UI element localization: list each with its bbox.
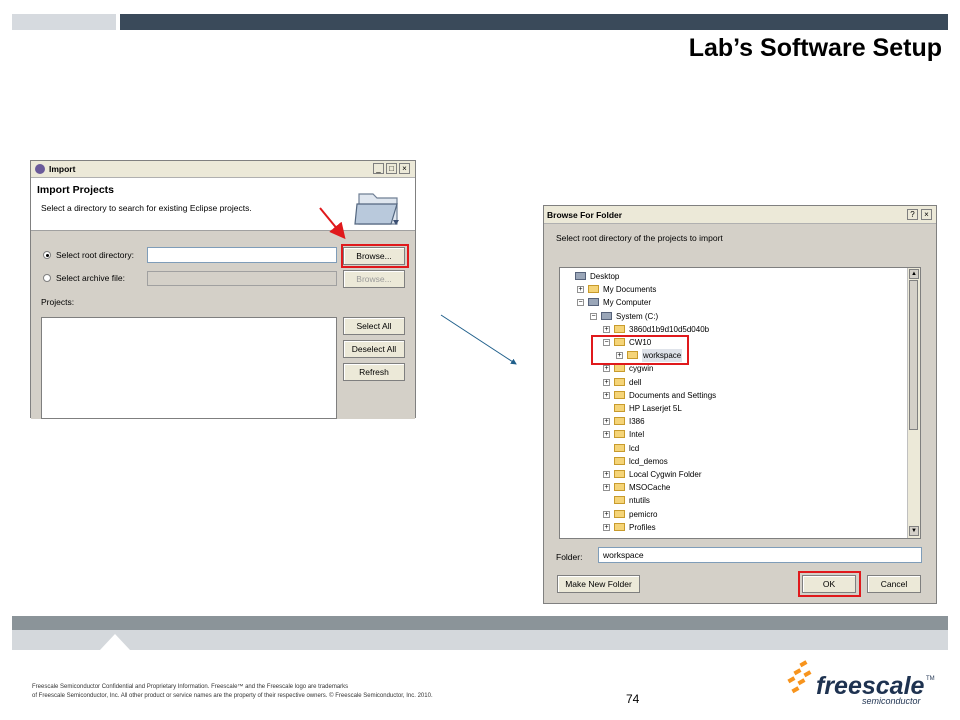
- help-button[interactable]: ?: [907, 209, 918, 220]
- footer-notch: [100, 634, 130, 650]
- folder-icon: [614, 456, 625, 465]
- tree-item-label: dell: [629, 377, 642, 387]
- collapse-icon[interactable]: −: [590, 312, 597, 320]
- logo-mark-icon: [787, 660, 812, 694]
- legal-line-2: of Freescale Semiconductor, Inc. All oth…: [32, 693, 433, 699]
- expand-icon[interactable]: +: [603, 510, 610, 518]
- folder-icon: [614, 443, 625, 452]
- expand-icon[interactable]: +: [603, 471, 610, 478]
- folder-icon: [614, 390, 625, 399]
- browse-folder-dialog: Browse For Folder ? × Select root direct…: [543, 205, 937, 604]
- drive-icon: [601, 311, 612, 320]
- folder-icon: [614, 417, 625, 426]
- expand-icon[interactable]: +: [603, 523, 610, 531]
- tree-item-label: pemicro: [629, 509, 658, 519]
- expand-icon[interactable]: +: [603, 391, 610, 399]
- folder-icon: [614, 496, 625, 505]
- logo-trademark: TM: [926, 676, 935, 682]
- tree-item-label: ntutils: [629, 496, 650, 506]
- tree-item-label: Profiles: [629, 522, 656, 532]
- folder-tree[interactable]: Desktop + My Documents − My Computer − System …: [559, 267, 921, 539]
- legal-line-1: Freescale Semiconductor Confidential and…: [32, 684, 349, 690]
- ok-highlight-box: [798, 571, 861, 597]
- scroll-down-icon[interactable]: ▼: [909, 526, 919, 536]
- tree-item-label: Local Cygwin Folder: [629, 470, 702, 479]
- expand-icon[interactable]: +: [603, 431, 610, 439]
- tree-item-label: MSOCache: [629, 483, 671, 493]
- cw10-highlight-box: [591, 335, 689, 365]
- folder-icon: [614, 430, 625, 439]
- tree-item-label: System (C:): [616, 311, 659, 321]
- expand-icon[interactable]: +: [603, 418, 610, 426]
- scroll-thumb[interactable]: [909, 280, 918, 430]
- folder-icon: [614, 522, 625, 531]
- footer-band: [12, 630, 948, 650]
- expand-icon[interactable]: +: [603, 365, 610, 373]
- red-arrow-to-browse: [319, 207, 346, 240]
- tree-item-label: lcd_demos: [629, 456, 668, 466]
- desktop-icon: [575, 272, 586, 280]
- freescale-logo: freescale TM semiconductor: [786, 660, 936, 708]
- close-button[interactable]: ×: [921, 209, 932, 220]
- legal-footer: Freescale Semiconductor Confidential and…: [32, 683, 433, 701]
- logo-subtitle: semiconductor: [862, 696, 921, 706]
- tree-item-label: 3860d1b9d10d5d040b: [629, 324, 710, 334]
- collapse-icon[interactable]: −: [577, 299, 584, 307]
- folder-icon: [614, 377, 625, 386]
- expand-icon[interactable]: +: [603, 484, 610, 492]
- browse-window-title: Browse For Folder: [547, 210, 623, 220]
- folder-icon: [614, 470, 625, 478]
- expand-icon[interactable]: +: [577, 286, 584, 294]
- folder-input[interactable]: workspace: [598, 547, 922, 563]
- folder-icon: [614, 324, 625, 333]
- tree-item-label: lcd: [629, 443, 640, 453]
- tree-item-label: HP Laserjet 5L: [629, 404, 682, 413]
- folder-icon: [614, 364, 625, 373]
- scroll-up-icon[interactable]: ▲: [909, 269, 919, 279]
- expand-icon[interactable]: +: [603, 325, 610, 333]
- tree-item-label: Documents and Settings: [629, 390, 717, 400]
- tree-item-label: I386: [629, 417, 645, 427]
- expand-icon[interactable]: +: [603, 378, 610, 386]
- folder-icon: [614, 483, 625, 492]
- tree-item-label: My Computer: [603, 298, 652, 308]
- tree-item-label: Desktop: [590, 272, 620, 281]
- make-new-folder-button[interactable]: Make New Folder: [557, 575, 640, 593]
- folder-icon: [614, 509, 625, 518]
- tree-item-label: Intel: [629, 430, 645, 440]
- page-number: 74: [626, 692, 640, 706]
- browse-instruction: Select root directory of the projects to…: [556, 233, 723, 243]
- folder-label: Folder:: [556, 552, 583, 562]
- computer-icon: [588, 298, 599, 307]
- folder-icon: [588, 285, 599, 294]
- cancel-button[interactable]: Cancel: [867, 575, 921, 593]
- footer-bar: [12, 616, 948, 630]
- tree-item-label: My Documents: [603, 285, 657, 295]
- folder-icon: [614, 404, 625, 412]
- connector-arrow: [440, 314, 517, 365]
- tree-scrollbar[interactable]: ▲ ▼: [907, 268, 920, 538]
- browse-titlebar: Browse For Folder ? ×: [544, 206, 936, 224]
